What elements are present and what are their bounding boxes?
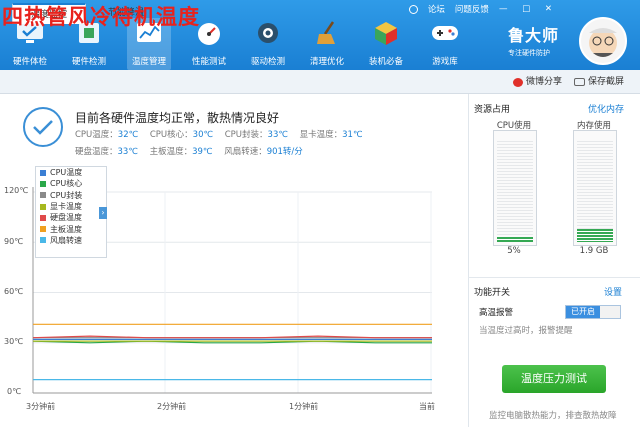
save-screenshot-label: 保存截屏 (588, 77, 625, 87)
temps-row-2: 硬盘温度：33℃ 主板温度：39℃ 风扇转速：901转/分 (75, 145, 312, 157)
forum-link[interactable]: 论坛 (428, 3, 445, 15)
cpu-temp: CPU温度：32℃ (75, 130, 139, 140)
legend-gpu-temp[interactable]: 显卡温度 (36, 201, 106, 212)
nav-games[interactable]: 游戏库 (423, 18, 467, 70)
y-tick: 30℃ (4, 337, 24, 346)
feedback-link[interactable]: 问题反馈 (455, 3, 489, 15)
x-tick: 2分钟前 (157, 402, 187, 411)
brand: 鲁大师 专注硬件防护 (508, 22, 559, 58)
nav-label: 硬件检测 (71, 57, 106, 67)
memory-usage-meter (573, 130, 617, 246)
high-temp-alarm-label: 高温报警 (479, 308, 514, 318)
chart-legend: CPU温度 CPU核心 CPU封装 显卡温度 硬盘温度 主板温度 风扇转速 › (35, 166, 107, 258)
nav-label: 驱动检测 (250, 57, 285, 67)
legend-cpu-core[interactable]: CPU核心 (36, 178, 106, 189)
alarm-description: 当温度过高时，报警提醒 (479, 326, 573, 336)
gamepad-icon (432, 26, 458, 40)
legend-board-temp[interactable]: 主板温度 (36, 223, 106, 234)
gpu-temp: 显卡温度：31℃ (299, 130, 363, 140)
y-tick: 120℃ (4, 186, 29, 195)
broom-icon (317, 21, 335, 44)
weibo-share-label: 微博分享 (526, 77, 563, 87)
overlay-title: 四热管风冷待机温度 (2, 4, 200, 29)
camera-icon (574, 78, 585, 86)
legend-swatch (40, 237, 46, 244)
legend-swatch (40, 214, 46, 221)
series-line-硬盘温度 (32, 335, 432, 339)
memory-usage-fill (577, 228, 613, 242)
save-screenshot-button[interactable]: 保存截屏 (574, 74, 624, 90)
temps-row-1: CPU温度：32℃ CPU核心：30℃ CPU封装：33℃ 显卡温度：31℃ (75, 128, 372, 140)
legend-swatch (40, 226, 46, 233)
cpu-package-temp: CPU封装：33℃ (224, 130, 288, 140)
cpu-usage-fill (497, 236, 533, 242)
high-temp-alarm-toggle[interactable]: 已开启 (565, 305, 621, 319)
legend-swatch (40, 192, 46, 199)
nav-software[interactable]: 装机必备 (364, 18, 408, 70)
status-title: 目前各硬件温度均正常，散热情况良好 (75, 111, 280, 125)
weibo-share-button[interactable]: 微博分享 (513, 74, 562, 90)
cube-icon (375, 22, 397, 45)
nav-label: 清理优化 (309, 57, 344, 67)
disk-temp: 硬盘温度：33℃ (75, 147, 138, 157)
nav-label: 硬件体检 (12, 57, 47, 67)
stress-test-button[interactable]: 温度压力测试 (502, 365, 606, 393)
board-temp: 主板温度：39℃ (149, 147, 213, 157)
optimize-memory-link[interactable]: 优化内存 (588, 102, 624, 115)
nav-clean[interactable]: 清理优化 (305, 18, 349, 70)
brand-slogan: 专注硬件防护 (508, 49, 550, 57)
fan-speed: 风扇转速：901转/分 (224, 147, 303, 157)
top-links: 论坛 问题反馈 — □ ✕ (408, 3, 558, 15)
legend-swatch (40, 180, 46, 187)
avatar[interactable] (579, 17, 627, 65)
cpu-core-temp: CPU核心：30℃ (149, 130, 214, 140)
function-switch-title: 功能开关 (474, 288, 511, 298)
stress-test-description: 监控电脑散热能力，排查散热故障 (489, 411, 617, 421)
nav-driver[interactable]: 驱动检测 (246, 18, 290, 70)
toggle-on-label: 已开启 (566, 306, 600, 318)
legend-cpu-temp[interactable]: CPU温度 (36, 167, 106, 178)
series-line-CPU核心 (32, 340, 432, 344)
x-tick: 3分钟前 (26, 402, 56, 411)
resources-title: 资源占用 (474, 105, 511, 115)
nav-label: 温度管理 (131, 57, 166, 67)
y-tick: 60℃ (4, 287, 24, 296)
settings-link[interactable]: 设置 (604, 285, 622, 298)
gear-icon (258, 23, 278, 43)
mascot-icon (589, 28, 617, 57)
legend-fan-speed[interactable]: 风扇转速 (36, 235, 106, 246)
legend-cpu-package[interactable]: CPU封装 (36, 190, 106, 201)
cpu-usage-value: 5% (507, 246, 521, 256)
weibo-icon (513, 77, 523, 87)
memory-usage-value: 1.9 GB (579, 246, 609, 256)
window-controls: — □ ✕ (498, 4, 558, 14)
nav-label: 装机必备 (368, 57, 403, 67)
nav-label: 性能测试 (191, 57, 226, 67)
x-tick: 当前 (419, 402, 435, 411)
legend-swatch (40, 169, 46, 176)
status-ok-icon (23, 107, 63, 147)
y-tick: 90℃ (4, 237, 24, 246)
nav-label: 游戏库 (432, 57, 458, 67)
divider (468, 277, 640, 278)
legend-disk-temp[interactable]: 硬盘温度 (36, 212, 106, 223)
cpu-usage-meter (493, 130, 537, 246)
legend-collapse-button[interactable]: › (99, 207, 107, 219)
forum-icon (408, 4, 418, 14)
legend-swatch (40, 203, 46, 210)
x-tick: 1分钟前 (289, 402, 319, 411)
brand-name: 鲁大师 (508, 26, 560, 45)
y-tick: 0℃ (7, 387, 22, 396)
